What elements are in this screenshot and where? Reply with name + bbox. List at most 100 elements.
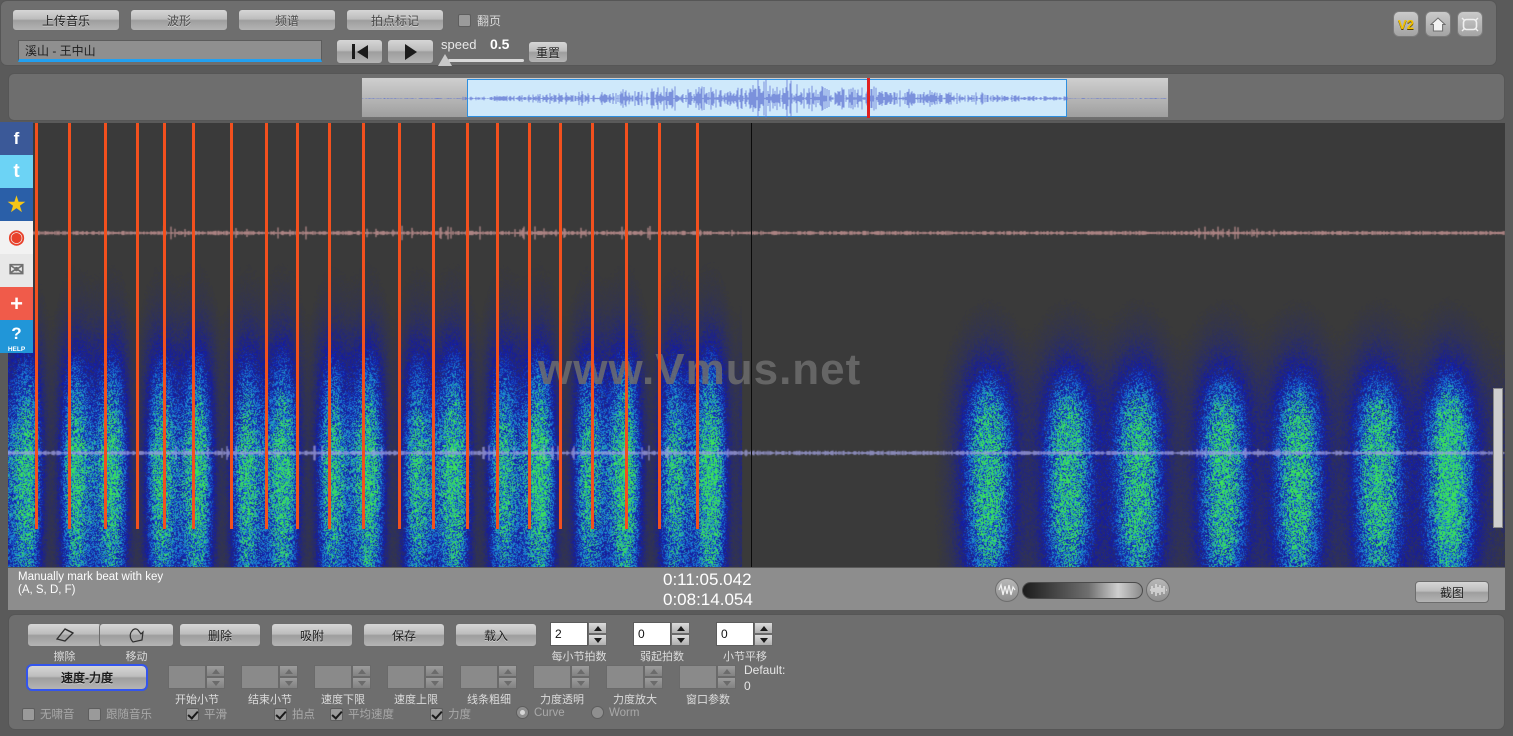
weibo-icon[interactable]: ◉ — [0, 221, 33, 254]
stepper-结束小节-value[interactable] — [241, 665, 279, 689]
stepper-速度下限-increment[interactable] — [352, 665, 371, 677]
beat-marker-line[interactable] — [696, 123, 699, 529]
beat-marker-line[interactable] — [625, 123, 628, 529]
reset-button[interactable]: 重置 — [528, 41, 568, 63]
checkbox-无啸音[interactable] — [22, 707, 35, 721]
spectrum-button[interactable]: 频谱 — [238, 9, 336, 31]
snap-button[interactable]: 吸附 — [271, 623, 353, 647]
waveform-zoom-in-icon[interactable] — [1146, 578, 1170, 602]
stepper-力度放大-value[interactable] — [606, 665, 644, 689]
help-icon[interactable]: ? HELP — [0, 320, 33, 353]
stepper-速度下限-decrement[interactable] — [352, 677, 371, 689]
page-turn-checkbox[interactable] — [458, 14, 471, 27]
radio-group-Curve[interactable]: Curve — [516, 706, 565, 719]
twitter-icon[interactable]: t — [0, 155, 33, 188]
stepper-力度透明[interactable] — [533, 665, 590, 689]
beat-marker-line[interactable] — [230, 123, 233, 529]
stepper-弱起拍数-increment[interactable] — [671, 622, 690, 634]
checkbox-力度[interactable] — [430, 707, 443, 721]
stepper-每小节拍数-decrement[interactable] — [588, 634, 607, 646]
stepper-开始小节-increment[interactable] — [206, 665, 225, 677]
stepper-线条粗细-value[interactable] — [460, 665, 498, 689]
beat-marker-line[interactable] — [35, 123, 38, 529]
checkbox-group-平均速度[interactable]: 平均速度 — [330, 706, 394, 722]
checkbox-跟随音乐[interactable] — [88, 707, 101, 721]
stepper-结束小节[interactable] — [241, 665, 298, 689]
erase-tool-button[interactable] — [27, 623, 102, 647]
checkbox-拍点[interactable] — [274, 707, 287, 721]
playback-cursor[interactable] — [751, 123, 752, 567]
overview-playhead[interactable] — [867, 78, 870, 118]
radio-Curve[interactable] — [516, 706, 529, 719]
speed-dynamics-button[interactable]: 速度-力度 — [26, 664, 148, 691]
zoom-slider-track[interactable] — [1022, 581, 1143, 599]
screenshot-button[interactable]: 截图 — [1415, 581, 1489, 603]
beat-marker-line[interactable] — [496, 123, 499, 529]
beat-marker-line[interactable] — [466, 123, 469, 529]
stepper-小节平移-increment[interactable] — [754, 622, 773, 634]
beat-marker-line[interactable] — [104, 123, 107, 529]
checkbox-group-跟随音乐[interactable]: 跟随音乐 — [88, 706, 152, 722]
version-badge[interactable]: V2 — [1393, 11, 1419, 37]
stepper-窗口参数-decrement[interactable] — [717, 677, 736, 689]
beat-marker-line[interactable] — [559, 123, 562, 529]
stepper-窗口参数-value[interactable] — [679, 665, 717, 689]
stepper-速度下限[interactable] — [314, 665, 371, 689]
stepper-结束小节-decrement[interactable] — [279, 677, 298, 689]
speed-slider-thumb[interactable] — [438, 54, 452, 66]
zoom-slider-group[interactable] — [995, 578, 1170, 602]
stepper-速度上限-decrement[interactable] — [425, 677, 444, 689]
beat-marker-line[interactable] — [528, 123, 531, 529]
stepper-力度透明-decrement[interactable] — [571, 677, 590, 689]
stepper-小节平移[interactable]: 0 — [716, 622, 773, 646]
beat-mark-button[interactable]: 拍点标记 — [346, 9, 444, 31]
beat-marker-line[interactable] — [432, 123, 435, 529]
save-button[interactable]: 保存 — [363, 623, 445, 647]
stepper-结束小节-increment[interactable] — [279, 665, 298, 677]
stepper-速度上限-increment[interactable] — [425, 665, 444, 677]
upload-music-button[interactable]: 上传音乐 — [12, 9, 120, 31]
stepper-开始小节-value[interactable] — [168, 665, 206, 689]
stepper-线条粗细[interactable] — [460, 665, 517, 689]
stepper-弱起拍数-decrement[interactable] — [671, 634, 690, 646]
beat-marker-line[interactable] — [658, 123, 661, 529]
stepper-力度透明-increment[interactable] — [571, 665, 590, 677]
fullscreen-icon[interactable] — [1457, 11, 1483, 37]
delete-button[interactable]: 删除 — [179, 623, 261, 647]
vertical-scrollbar-thumb[interactable] — [1493, 388, 1503, 528]
stepper-线条粗细-decrement[interactable] — [498, 677, 517, 689]
checkbox-平滑[interactable] — [186, 707, 199, 721]
beat-marker-line[interactable] — [398, 123, 401, 529]
stepper-力度放大[interactable] — [606, 665, 663, 689]
beat-marker-line[interactable] — [136, 123, 139, 529]
beat-marker-line[interactable] — [591, 123, 594, 529]
play-button[interactable] — [387, 39, 434, 64]
checkbox-group-力度[interactable]: 力度 — [430, 706, 471, 722]
waveform-zoom-out-icon[interactable] — [995, 578, 1019, 602]
beat-marker-line[interactable] — [265, 123, 268, 529]
track-name-field[interactable]: 溪山 - 王中山 — [18, 40, 322, 62]
beat-marker-line[interactable] — [192, 123, 195, 529]
page-turn-checkbox-group[interactable]: 翻页 — [458, 12, 501, 29]
stepper-开始小节[interactable] — [168, 665, 225, 689]
stepper-力度透明-value[interactable] — [533, 665, 571, 689]
home-icon[interactable] — [1425, 11, 1451, 37]
beat-marker-line[interactable] — [328, 123, 331, 529]
stepper-每小节拍数-value[interactable]: 2 — [550, 622, 588, 646]
more-share-icon[interactable]: + — [0, 287, 33, 320]
stepper-力度放大-decrement[interactable] — [644, 677, 663, 689]
checkbox-group-平滑[interactable]: 平滑 — [186, 706, 227, 722]
qzone-icon[interactable]: ★ — [0, 188, 33, 221]
stepper-速度上限-value[interactable] — [387, 665, 425, 689]
beat-marker-line[interactable] — [296, 123, 299, 529]
waveform-button[interactable]: 波形 — [130, 9, 228, 31]
stepper-开始小节-decrement[interactable] — [206, 677, 225, 689]
stepper-窗口参数-increment[interactable] — [717, 665, 736, 677]
stepper-每小节拍数[interactable]: 2 — [550, 622, 607, 646]
checkbox-平均速度[interactable] — [330, 707, 343, 721]
load-button[interactable]: 载入 — [455, 623, 537, 647]
beat-marker-line[interactable] — [68, 123, 71, 529]
stepper-窗口参数[interactable] — [679, 665, 736, 689]
move-tool-button[interactable] — [99, 623, 174, 647]
beat-marker-line[interactable] — [163, 123, 166, 529]
